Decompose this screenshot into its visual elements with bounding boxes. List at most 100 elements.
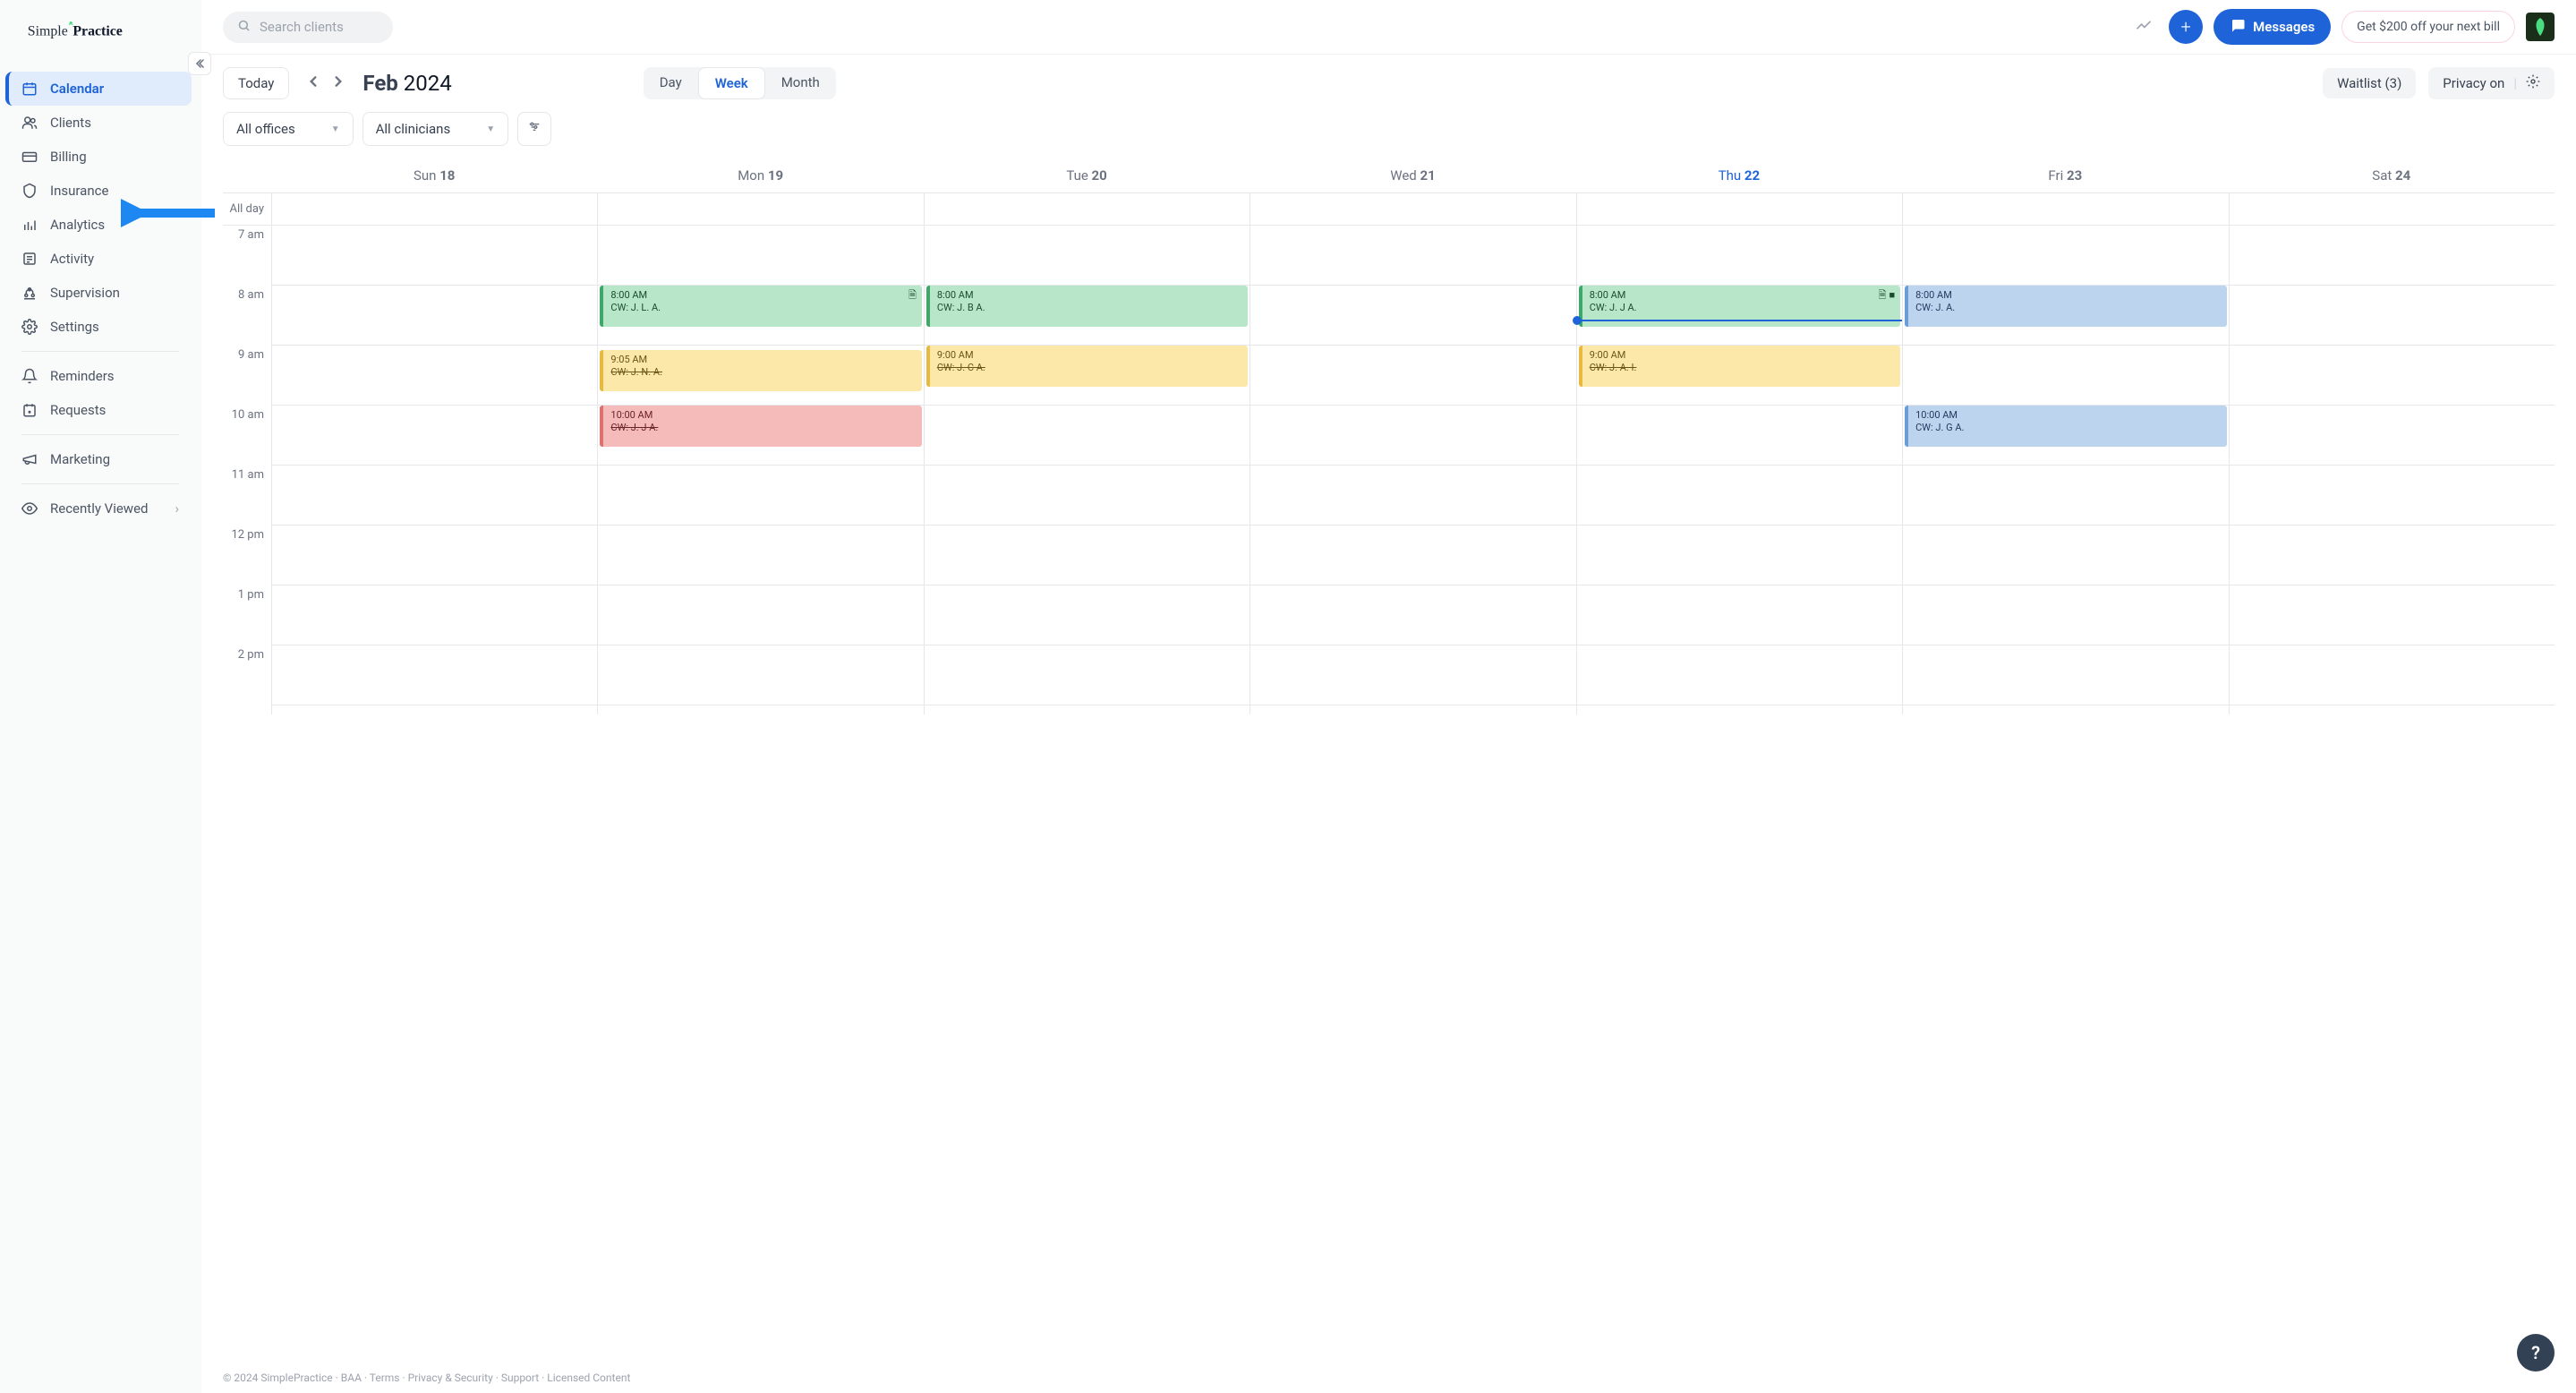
view-month[interactable]: Month bbox=[765, 67, 836, 99]
sidebar-item-calendar[interactable]: Calendar bbox=[5, 72, 192, 106]
sidebar-item-label: Analytics bbox=[50, 217, 105, 233]
next-button[interactable] bbox=[327, 72, 350, 95]
time-label: 8 am bbox=[223, 288, 271, 348]
note-icon: 🗎 bbox=[1879, 289, 1887, 302]
day-header: Sat 24 bbox=[2229, 158, 2555, 192]
analytics-icon bbox=[21, 217, 38, 233]
time-label: 1 pm bbox=[223, 588, 271, 648]
waitlist-button[interactable]: Waitlist (3) bbox=[2323, 68, 2416, 98]
day-column[interactable]: 🗎8:00 AMCW: J. L. A. 9:05 AMCW: J. N. A. 1… bbox=[597, 226, 923, 714]
calendar-controls: Today Feb 2024 Day Week Month Waitlist (… bbox=[201, 55, 2576, 108]
chat-icon bbox=[2230, 17, 2246, 37]
activity-icon bbox=[21, 251, 38, 267]
calendar-event[interactable]: 9:05 AMCW: J. N. A. bbox=[600, 350, 921, 391]
allday-cell[interactable] bbox=[924, 193, 1250, 225]
settings-icon bbox=[21, 319, 38, 335]
avatar[interactable] bbox=[2526, 13, 2555, 41]
offices-dropdown[interactable]: All offices▼ bbox=[223, 112, 354, 146]
calendar-event[interactable]: 8:00 AMCW: J. B A. bbox=[926, 286, 1248, 327]
day-header: Sun 18 bbox=[271, 158, 597, 192]
caret-down-icon: ▼ bbox=[331, 124, 340, 134]
allday-cell[interactable] bbox=[597, 193, 923, 225]
promo-button[interactable]: Get $200 off your next bill bbox=[2341, 11, 2515, 43]
logo[interactable]: SimplePractice bbox=[0, 0, 200, 63]
allday-cell[interactable] bbox=[1576, 193, 1902, 225]
search-icon bbox=[237, 19, 251, 36]
filter-button[interactable] bbox=[517, 112, 551, 146]
view-switch: Day Week Month bbox=[644, 67, 836, 99]
now-indicator bbox=[1577, 320, 1902, 321]
caret-down-icon: ▼ bbox=[486, 124, 495, 134]
allday-label: All day bbox=[223, 193, 271, 225]
calendar-event[interactable]: 10:00 AMCW: J. J A. bbox=[600, 406, 921, 447]
calendar-event[interactable]: 10:00 AMCW: J. G A. bbox=[1905, 406, 2226, 447]
privacy-button[interactable]: Privacy on | bbox=[2428, 67, 2555, 99]
sidebar-item-analytics[interactable]: Analytics bbox=[9, 208, 192, 242]
footer-link[interactable]: Support bbox=[501, 1372, 539, 1384]
sidebar-item-label: Billing bbox=[50, 149, 87, 165]
sidebar-item-marketing[interactable]: Marketing bbox=[9, 442, 192, 476]
allday-cell[interactable] bbox=[1250, 193, 1575, 225]
sidebar-item-supervision[interactable]: Supervision bbox=[9, 276, 192, 310]
allday-cell[interactable] bbox=[2229, 193, 2555, 225]
sidebar-item-insurance[interactable]: Insurance bbox=[9, 174, 192, 208]
svg-text:Practice: Practice bbox=[73, 23, 123, 38]
view-day[interactable]: Day bbox=[644, 67, 698, 99]
add-button[interactable]: + bbox=[2169, 10, 2203, 44]
sidebar-item-recently-viewed[interactable]: Recently Viewed › bbox=[9, 491, 192, 526]
search-input[interactable]: Search clients bbox=[223, 12, 393, 43]
sidebar-item-billing[interactable]: Billing bbox=[9, 140, 192, 174]
calendar: Sun 18Mon 19Tue 20Wed 21Thu 22Fri 23Sat … bbox=[201, 158, 2576, 1363]
footer-link[interactable]: Privacy & Security bbox=[408, 1372, 493, 1384]
sidebar-item-label: Marketing bbox=[50, 451, 110, 467]
calendar-icon bbox=[21, 81, 38, 97]
allday-cell[interactable] bbox=[271, 193, 597, 225]
sidebar-item-clients[interactable]: Clients bbox=[9, 106, 192, 140]
day-header: Thu 22 bbox=[1576, 158, 1902, 192]
calendar-grid[interactable]: 7 am8 am9 am10 am11 am12 pm1 pm2 pm 🗎8:0… bbox=[223, 226, 2555, 1363]
day-header: Wed 21 bbox=[1250, 158, 1575, 192]
analytics-icon-button[interactable] bbox=[2129, 11, 2158, 43]
footer-link[interactable]: Terms bbox=[370, 1372, 400, 1384]
footer-link[interactable]: BAA bbox=[341, 1372, 362, 1384]
eye-icon bbox=[21, 500, 38, 517]
calendar-event[interactable]: 9:00 AMCW: J. A. I. bbox=[1579, 346, 1900, 387]
sidebar-item-label: Insurance bbox=[50, 183, 108, 199]
messages-button[interactable]: Messages bbox=[2213, 9, 2331, 45]
sidebar-item-label: Recently Viewed bbox=[50, 500, 149, 517]
help-button[interactable]: ? bbox=[2517, 1334, 2555, 1372]
day-column[interactable]: 8:00 AMCW: J. B A. 9:00 AMCW: J. C A. bbox=[924, 226, 1250, 714]
day-column[interactable] bbox=[271, 226, 597, 714]
view-week[interactable]: Week bbox=[698, 67, 765, 99]
sidebar-item-activity[interactable]: Activity bbox=[9, 242, 192, 276]
calendar-event[interactable]: 8:00 AMCW: J. A. bbox=[1905, 286, 2226, 327]
video-icon: ■ bbox=[1889, 289, 1895, 302]
time-label: 9 am bbox=[223, 348, 271, 408]
time-label: 11 am bbox=[223, 468, 271, 528]
day-header: Tue 20 bbox=[924, 158, 1250, 192]
sidebar-item-settings[interactable]: Settings bbox=[9, 310, 192, 344]
main-nav: Calendar Clients Billing Insurance Analytics… bbox=[0, 63, 200, 1393]
sidebar-item-requests[interactable]: Requests bbox=[9, 393, 192, 427]
day-column[interactable] bbox=[2229, 226, 2555, 714]
sidebar-item-label: Calendar bbox=[50, 81, 104, 97]
clinicians-dropdown[interactable]: All clinicians▼ bbox=[363, 112, 508, 146]
allday-cell[interactable] bbox=[1902, 193, 2228, 225]
footer-link[interactable]: Licensed Content bbox=[547, 1372, 630, 1384]
sidebar: SimplePractice Calendar Clients Billing Ins… bbox=[0, 0, 201, 1393]
day-column[interactable]: 8:00 AMCW: J. A. 10:00 AMCW: J. G A. bbox=[1902, 226, 2228, 714]
calendar-event[interactable]: 🗎8:00 AMCW: J. L. A. bbox=[600, 286, 921, 327]
day-column[interactable] bbox=[1250, 226, 1575, 714]
day-header: Fri 23 bbox=[1902, 158, 2228, 192]
sidebar-item-label: Activity bbox=[50, 251, 94, 267]
sidebar-item-reminders[interactable]: Reminders bbox=[9, 359, 192, 393]
prev-button[interactable] bbox=[302, 72, 325, 95]
supervision-icon bbox=[21, 285, 38, 301]
calendar-event[interactable]: 9:00 AMCW: J. C A. bbox=[926, 346, 1248, 387]
day-column[interactable]: 🗎■8:00 AMCW: J. J A.9:00 AMCW: J. A. I. bbox=[1576, 226, 1902, 714]
topbar: Search clients + Messages Get $200 off y… bbox=[201, 0, 2576, 55]
clients-icon bbox=[21, 115, 38, 131]
sidebar-collapse-button[interactable] bbox=[188, 52, 211, 75]
today-button[interactable]: Today bbox=[223, 67, 289, 99]
requests-icon bbox=[21, 402, 38, 418]
